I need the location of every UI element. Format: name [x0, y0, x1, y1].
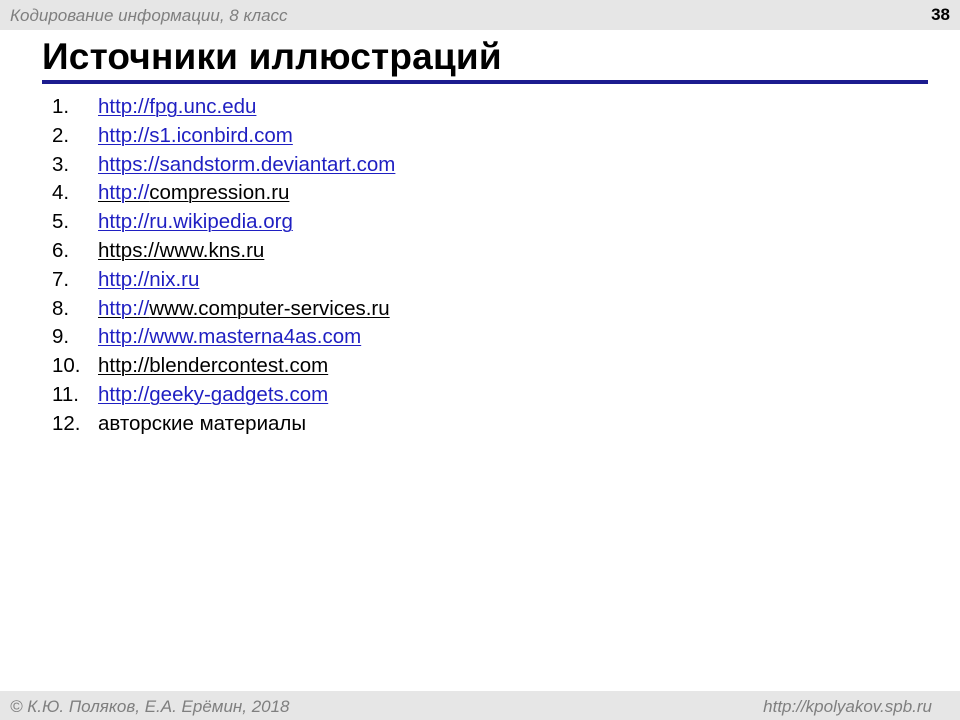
item-number: 4. [52, 181, 70, 205]
link-prefix: http:// [98, 181, 150, 205]
item-number: 7. [52, 267, 70, 291]
item-number: 3. [52, 152, 70, 176]
source-link[interactable]: http://fpg.unc.edu [98, 93, 256, 122]
footer-bar: © К.Ю. Поляков, Е.А. Ерёмин, 2018 http:/… [0, 691, 960, 720]
site-url: http://kpolyakov.spb.ru [763, 697, 932, 716]
item-number: 1. [52, 95, 70, 118]
link-domain: compression.ru [149, 181, 290, 205]
source-link[interactable]: http://www.masterna4as.com [98, 323, 361, 352]
source-link[interactable]: http://s1.iconbird.com [98, 122, 293, 151]
title-underline [42, 80, 928, 84]
copyright-text: © К.Ю. Поляков, Е.А. Ерёмин, 2018 [10, 697, 290, 716]
page-number: 38 [931, 5, 950, 24]
item-number: 6. [52, 238, 70, 262]
source-link[interactable]: http://compression.ru [98, 179, 289, 208]
course-name: Кодирование информации, 8 класс [10, 6, 288, 25]
header-bar: Кодирование информации, 8 класс 38 [0, 0, 960, 30]
source-link[interactable]: http://blendercontest.com [98, 352, 328, 381]
item-number: 12. [52, 411, 81, 435]
source-text: авторские материалы [98, 411, 307, 435]
source-link[interactable]: http://geeky-gadgets.com [98, 381, 328, 410]
slide-title: Источники иллюстраций [42, 36, 502, 77]
source-link[interactable]: https://sandstorm.deviantart.com [98, 151, 395, 180]
item-number: 8. [52, 296, 70, 320]
source-link[interactable]: http://nix.ru [98, 266, 199, 295]
source-link[interactable]: https://www.kns.ru [98, 237, 264, 266]
item-number: 9. [52, 325, 70, 349]
link-prefix: http:// [98, 296, 150, 320]
item-number: 5. [52, 210, 70, 234]
link-domain: www.computer-services.ru [149, 296, 390, 320]
slide: Кодирование информации, 8 класс 38 Источ… [0, 0, 960, 720]
source-link[interactable]: http://www.computer-services.ru [98, 295, 390, 324]
source-link[interactable]: http://ru.wikipedia.org [98, 208, 293, 237]
item-number: 10. [52, 354, 81, 378]
item-number: 2. [52, 123, 70, 147]
item-number: 11. [52, 382, 79, 406]
